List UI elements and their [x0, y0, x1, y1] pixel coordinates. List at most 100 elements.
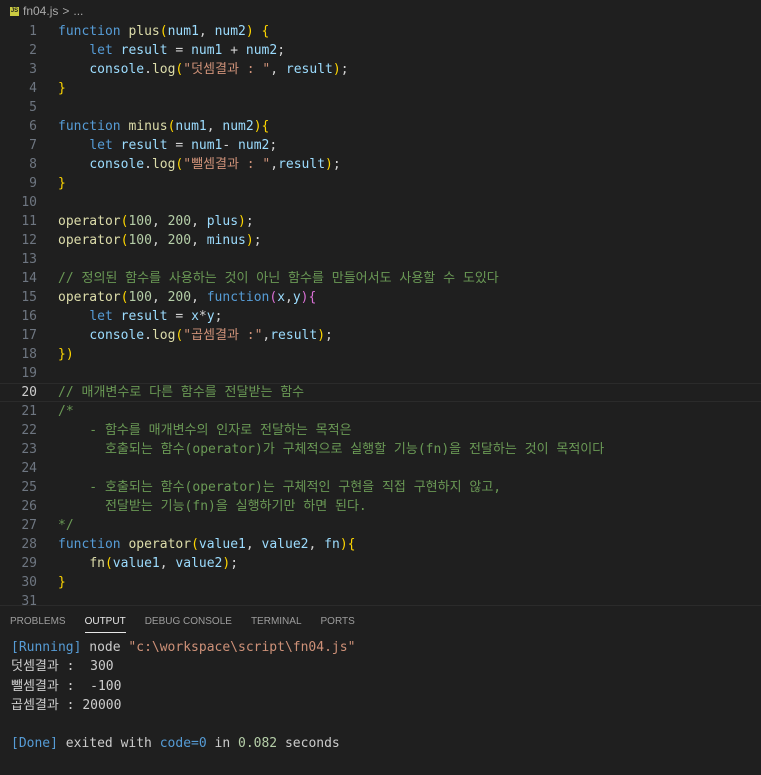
output-done-line: [Done] exited with code=0 in 0.082 secon…: [11, 734, 761, 753]
panel-tabs: PROBLEMS OUTPUT DEBUG CONSOLE TERMINAL P…: [0, 606, 761, 638]
line-number: 29: [21, 556, 37, 571]
line-code: let result = x*y;: [89, 309, 223, 324]
line-number: 31: [21, 594, 37, 605]
line-number: 12: [21, 233, 37, 248]
line-number: 14: [21, 271, 37, 286]
line-number: 24: [21, 461, 37, 476]
line-code: }: [58, 176, 66, 191]
code-line[interactable]: 14 // 정의된 함수를 사용하는 것이 아닌 함수를 만들어서도 사용할 수 …: [0, 269, 761, 288]
tab-output[interactable]: OUTPUT: [84, 606, 126, 638]
tab-debug-console[interactable]: DEBUG CONSOLE: [145, 606, 232, 638]
code-line[interactable]: 16 let result = x*y;: [0, 307, 761, 326]
code-line[interactable]: 23 호출되는 함수(operator)가 구체적으로 실행할 기능(fn)을 …: [0, 440, 761, 459]
code-line[interactable]: 27 */: [0, 516, 761, 535]
line-code: }: [58, 575, 66, 590]
line-number: 5: [29, 100, 37, 115]
line-code: console.log("뺄셈결과 : ",result);: [89, 157, 341, 172]
line-number: 3: [29, 62, 37, 77]
line-code: }): [58, 347, 74, 362]
code-line[interactable]: 25 - 호출되는 함수(operator)는 구체적인 구현을 직접 구현하지…: [0, 478, 761, 497]
done-time: 0.082: [238, 736, 278, 752]
code-line[interactable]: 15 operator(100, 200, function(x,y){: [0, 288, 761, 307]
line-code: 호출되는 함수(operator)가 구체적으로 실행할 기능(fn)을 전달하…: [58, 442, 605, 457]
output-running-line: [Running] node "c:\workspace\script\fn04…: [11, 638, 761, 657]
output-result-line: 뺄셈결과 : -100: [11, 678, 122, 694]
line-number: 6: [29, 119, 37, 134]
code-line[interactable]: 17 console.log("곱셈결과 :",result);: [0, 326, 761, 345]
tab-terminal[interactable]: TERMINAL: [251, 606, 302, 638]
line-number: 28: [21, 537, 37, 552]
code-line[interactable]: 8 console.log("뺄셈결과 : ",result);: [0, 155, 761, 174]
code-line[interactable]: 6 function minus(num1, num2){: [0, 117, 761, 136]
line-code: console.log("덧셈결과 : ", result);: [89, 62, 349, 77]
breadcrumb: JS fn04.js > ...: [0, 0, 761, 22]
line-number: 27: [21, 518, 37, 533]
line-code: // 매개변수로 다른 함수를 전달받는 함수: [58, 385, 305, 400]
code-line[interactable]: 4}: [0, 79, 761, 98]
line-code: - 호출되는 함수(operator)는 구체적인 구현을 직접 구현하지 않고…: [58, 480, 502, 495]
js-file-icon: JS: [10, 6, 19, 16]
line-number: 7: [29, 138, 37, 153]
code-line[interactable]: 30}: [0, 573, 761, 592]
code-line[interactable]: 1 function plus(num1, num2) {: [0, 22, 761, 41]
breadcrumb-separator: >: [62, 4, 70, 18]
line-code: 전달받는 기능(fn)을 실행하기만 하면 된다.: [58, 499, 367, 514]
tab-problems[interactable]: PROBLEMS: [10, 606, 66, 638]
running-path: "c:\workspace\script\fn04.js": [128, 640, 356, 655]
code-line[interactable]: 22 - 함수를 매개변수의 인자로 전달하는 목적은: [0, 421, 761, 440]
done-text: in: [206, 736, 238, 752]
code-line[interactable]: 9}: [0, 174, 761, 193]
bottom-panel: PROBLEMS OUTPUT DEBUG CONSOLE TERMINAL P…: [0, 605, 761, 775]
line-code: fn(value1, value2);: [89, 556, 239, 571]
code-line[interactable]: 2 let result = num1 + num2;: [0, 41, 761, 60]
done-text: seconds: [277, 736, 340, 752]
line-number: 2: [29, 43, 37, 58]
done-tag: [Done]: [11, 736, 58, 752]
breadcrumb-file[interactable]: fn04.js: [23, 0, 58, 22]
code-line[interactable]: 12 operator(100, 200, minus);: [0, 231, 761, 250]
line-code: /*: [58, 404, 74, 419]
done-text: exited with: [57, 736, 160, 752]
line-code: let result = num1- num2;: [89, 138, 278, 153]
line-code: // 정의된 함수를 사용하는 것이 아닌 함수를 만들어서도 사용할 수 도있…: [58, 271, 499, 286]
code-line[interactable]: 7 let result = num1- num2;: [0, 136, 761, 155]
line-number: 26: [21, 499, 37, 514]
line-code: operator(100, 200, function(x,y){: [58, 290, 317, 305]
code-line[interactable]: 29 fn(value1, value2);: [0, 554, 761, 573]
line-code: function minus(num1, num2){: [58, 119, 270, 134]
output-content[interactable]: [Running] node "c:\workspace\script\fn04…: [0, 638, 761, 754]
line-code: - 함수를 매개변수의 인자로 전달하는 목적은: [58, 423, 352, 438]
code-editor[interactable]: 1 function plus(num1, num2) {2 let result…: [0, 22, 761, 605]
line-number: 13: [21, 252, 37, 267]
line-number: 30: [21, 575, 37, 590]
code-line[interactable]: 11 operator(100, 200, plus);: [0, 212, 761, 231]
code-line[interactable]: 21 /*: [0, 402, 761, 421]
line-code: operator(100, 200, plus);: [58, 214, 254, 229]
line-code: console.log("곱셈결과 :",result);: [89, 328, 333, 343]
output-blank-line: [11, 715, 761, 734]
code-line[interactable]: 24: [0, 459, 761, 478]
done-code: code=0: [159, 736, 207, 752]
breadcrumb-more[interactable]: ...: [73, 0, 83, 22]
tab-ports[interactable]: PORTS: [321, 606, 355, 638]
code-line[interactable]: 18}): [0, 345, 761, 364]
line-number: 16: [21, 309, 37, 324]
line-number: 18: [21, 347, 37, 362]
line-number: 17: [21, 328, 37, 343]
code-line[interactable]: 31: [0, 592, 761, 605]
line-code: function operator(value1, value2, fn){: [58, 537, 356, 552]
code-line[interactable]: 3 console.log("덧셈결과 : ", result);: [0, 60, 761, 79]
code-line[interactable]: 13: [0, 250, 761, 269]
code-line[interactable]: 26 전달받는 기능(fn)을 실행하기만 하면 된다.: [0, 497, 761, 516]
line-number: 23: [21, 442, 37, 457]
code-line[interactable]: 20 // 매개변수로 다른 함수를 전달받는 함수: [0, 383, 761, 402]
code-line[interactable]: 28 function operator(value1, value2, fn){: [0, 535, 761, 554]
line-number: 25: [21, 480, 37, 495]
code-line[interactable]: 10: [0, 193, 761, 212]
line-code: let result = num1 + num2;: [89, 43, 286, 58]
line-code: operator(100, 200, minus);: [58, 233, 262, 248]
line-number: 22: [21, 423, 37, 438]
code-line[interactable]: 5: [0, 98, 761, 117]
line-number: 19: [21, 366, 37, 381]
code-line[interactable]: 19: [0, 364, 761, 383]
